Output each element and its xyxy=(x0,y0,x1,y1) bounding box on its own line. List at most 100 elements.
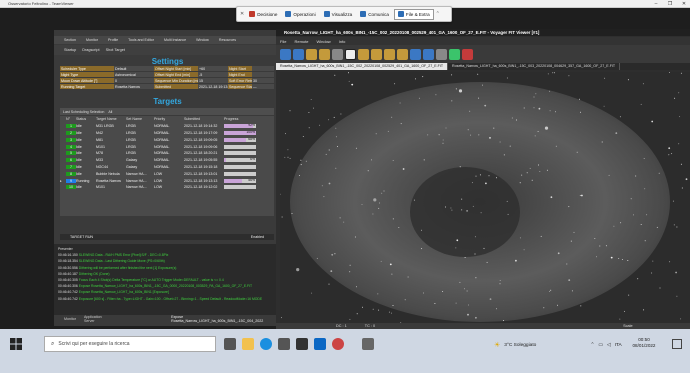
target-row[interactable]: 4 Idle M101 LRGB NORMAL 2021-12-18 19:09:06 xyxy=(60,143,274,150)
target-progress: 6% xyxy=(224,158,264,163)
taskbar-clock[interactable]: 00:50 08/01/2022 xyxy=(624,337,664,349)
star-point xyxy=(380,260,382,262)
target-progress xyxy=(224,185,264,190)
target-row[interactable]: 8 Idle Bubble Nebula Narrow HA... LOW 2021-12… xyxy=(60,170,274,177)
target-row[interactable]: 2 Idle M42 LRGB NORMAL 2021-12-18 19:17:09 100… xyxy=(60,130,274,137)
col-priority[interactable]: Priority xyxy=(154,117,184,121)
star-point xyxy=(281,317,282,319)
setting-value[interactable]: 2021-12-18 19:13:13 xyxy=(198,84,228,89)
task-view-icon[interactable] xyxy=(224,338,236,350)
fit-tool-icon[interactable] xyxy=(436,48,447,60)
communicate-button[interactable]: Comunica xyxy=(357,9,392,20)
startup-button[interactable]: Startup xyxy=(64,48,76,52)
target-row[interactable]: 7 Idle NGC44 Galaxy NORMAL 2021-12-18 19:15:1… xyxy=(60,164,274,171)
fit-tool-icon[interactable] xyxy=(332,48,343,60)
language-indicator[interactable]: ITA xyxy=(615,343,622,348)
toolbar-close-icon[interactable]: ✕ xyxy=(240,11,244,17)
fit-tool-icon[interactable] xyxy=(397,48,408,60)
store-icon[interactable] xyxy=(278,338,290,350)
setting-value[interactable]: Astronomical xyxy=(114,72,154,77)
collapse-icon[interactable]: ⌃ xyxy=(436,11,440,17)
volume-icon[interactable]: ◁ xyxy=(607,343,611,348)
tab-application-server[interactable]: Application Server xyxy=(84,315,113,323)
fit-tool-icon[interactable] xyxy=(280,48,291,60)
col-submitted[interactable]: Submitted xyxy=(184,117,224,121)
target-run-value[interactable]: Enabled xyxy=(251,234,264,240)
target-row[interactable]: ▸ 9 Running Rosetta Narrow Narrow HA... LOW 20… xyxy=(60,177,274,184)
setting-value[interactable] xyxy=(252,66,274,71)
fit-tool-icon[interactable] xyxy=(371,48,382,60)
weather-text[interactable]: 3°C Soleggiato xyxy=(504,343,536,348)
fit-menu-file[interactable]: File xyxy=(280,39,286,44)
target-row[interactable]: 3 Idle M81 LRGB NORMAL 2021-12-18 19:09:05 68% xyxy=(60,136,274,143)
target-row[interactable]: 10 Idle M101 Narrow HA... LOW 2021-12-18 19:1… xyxy=(60,184,274,191)
file-extra-button[interactable]: File & Extra xyxy=(393,8,434,20)
progress-fill xyxy=(224,137,246,142)
edge-icon[interactable] xyxy=(260,338,272,350)
view-button[interactable]: Visualizza xyxy=(321,9,356,20)
setting-value[interactable] xyxy=(252,72,274,77)
setting-value[interactable]: +60 xyxy=(198,66,228,71)
tab-last-scheduling[interactable]: Last Scheduling Selection xyxy=(63,110,104,114)
col-set-name[interactable]: Set Name xyxy=(126,117,154,121)
fit-tool-icon[interactable] xyxy=(384,48,395,60)
taskbar-search-box[interactable]: ⌕ Scrivi qui per eseguire la ricerca xyxy=(44,336,216,352)
voyager-icon[interactable] xyxy=(332,338,344,350)
setting-value[interactable]: 0 xyxy=(114,78,154,83)
fit-menu-window[interactable]: Window xyxy=(316,39,330,44)
fit-menu-remote[interactable]: Remote xyxy=(294,39,308,44)
col-number[interactable]: N° xyxy=(66,117,76,121)
shot-target-button[interactable]: Shot Target xyxy=(106,48,125,52)
fit-tab-active[interactable]: Rosetta_Narrow_LIGHT_ha_600s_BIN1_-15C_0… xyxy=(276,63,449,70)
col-target-name[interactable]: Target Name xyxy=(96,117,126,121)
setting-value[interactable]: Rosetta Narrow xyxy=(114,84,154,89)
target-row[interactable]: 1 Idle M31 LRGB LRGB NORMAL 2021-12-18 19:14:… xyxy=(60,123,274,130)
fit-tool-icon[interactable] xyxy=(423,48,434,60)
file-explorer-icon[interactable] xyxy=(242,338,254,350)
notification-icon[interactable] xyxy=(672,339,682,349)
tab-all[interactable]: All xyxy=(108,110,112,114)
maximize-button[interactable]: ❐ xyxy=(666,1,674,7)
menu-multi-instance[interactable]: Multi Instance xyxy=(164,38,186,42)
setting-value[interactable]: Default xyxy=(114,66,154,71)
fit-tool-icon[interactable] xyxy=(462,48,473,60)
close-button[interactable]: ✕ xyxy=(680,1,688,7)
setting-value[interactable]: 15 xyxy=(198,78,228,83)
fit-tab-second[interactable]: Rosetta_Narrow_LIGHT_ha_600s_BIN1_-15C_0… xyxy=(448,63,621,70)
viewer-taskbar-icon[interactable] xyxy=(362,338,374,350)
col-progress[interactable]: Progress xyxy=(224,117,264,121)
decision-button[interactable]: Decisione xyxy=(246,9,280,20)
target-row[interactable]: 6 Idle M33 Galaxy NORMAL 2021-12-18 19:05:55 6… xyxy=(60,157,274,164)
dragscript-button[interactable]: Dragscript xyxy=(82,48,99,52)
fit-menu-info[interactable]: Info xyxy=(339,39,346,44)
setting-value[interactable]: 30 xyxy=(252,78,274,83)
tray-chevron-icon[interactable]: ⌃ xyxy=(590,343,594,348)
menu-profile[interactable]: Profile xyxy=(108,38,118,42)
menu-monitor[interactable]: Monitor xyxy=(86,38,98,42)
menu-tools[interactable]: Tools and Editor xyxy=(128,38,154,42)
start-windows-icon[interactable] xyxy=(10,338,22,350)
fit-tool-icon[interactable] xyxy=(410,48,421,60)
col-status[interactable]: Status xyxy=(76,117,96,121)
target-row[interactable]: 5 Idle M78 LRGB NORMAL 2021-12-18 18:20:21 xyxy=(60,150,274,157)
menu-section[interactable]: Section xyxy=(64,38,76,42)
fit-tool-icon[interactable] xyxy=(449,48,460,60)
progress-label: 92% xyxy=(248,124,255,128)
setting-value[interactable]: -5 xyxy=(198,72,228,77)
fit-image-canvas[interactable] xyxy=(280,72,690,323)
setting-value[interactable]: — xyxy=(252,84,274,89)
menu-window[interactable]: Window xyxy=(196,38,209,42)
operations-button[interactable]: Operazioni xyxy=(282,9,318,20)
fit-tool-icon[interactable] xyxy=(319,48,330,60)
network-icon[interactable]: ▭ xyxy=(598,343,603,348)
app-icon[interactable] xyxy=(296,338,308,350)
fit-tool-icon[interactable] xyxy=(293,48,304,60)
minimize-button[interactable]: – xyxy=(652,1,660,7)
fit-tool-icon[interactable] xyxy=(345,48,356,60)
fit-tool-icon[interactable] xyxy=(306,48,317,60)
fit-tool-icon[interactable] xyxy=(358,48,369,60)
main-menu-bar: Section Monitor Profile Tools and Editor… xyxy=(54,36,276,44)
menu-resources[interactable]: Resources xyxy=(219,38,236,42)
tab-monitor[interactable]: Monitor xyxy=(64,317,76,321)
teamviewer-icon[interactable] xyxy=(314,338,326,350)
